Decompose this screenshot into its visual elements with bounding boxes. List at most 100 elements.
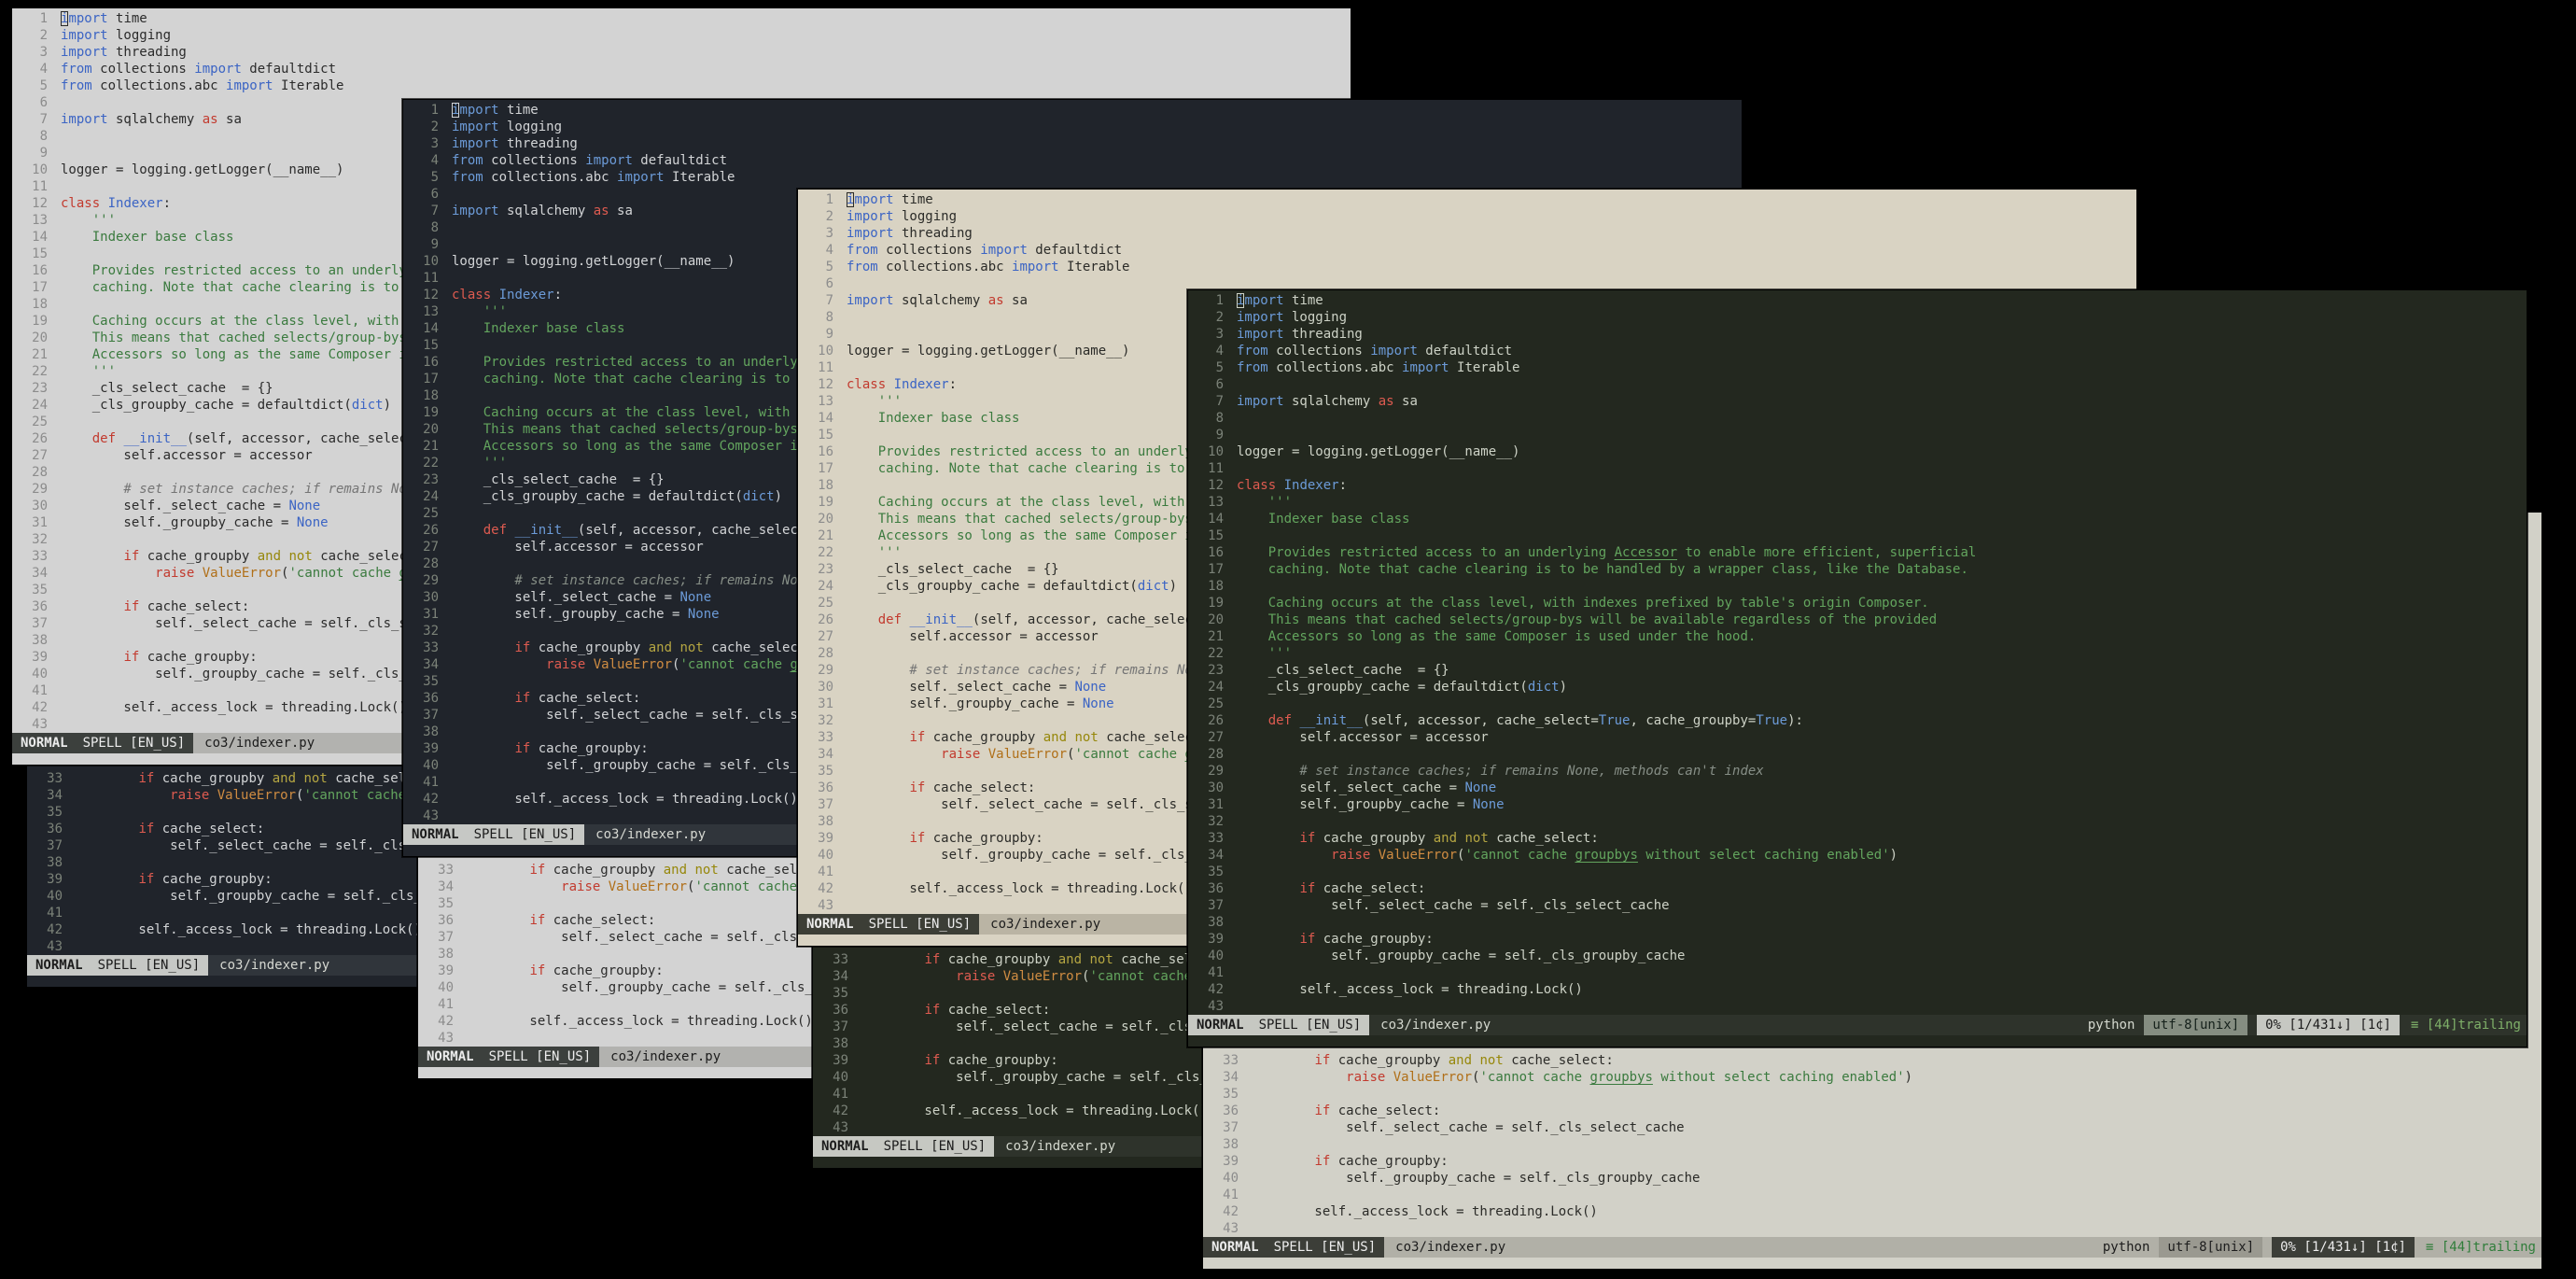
code-line[interactable]: 40 self._groupby_cache = self._cls_group… <box>1188 948 2527 964</box>
code-line[interactable]: 39 if cache_groupby: <box>1203 1153 2541 1170</box>
code-line[interactable]: 42 self._access_lock = threading.Lock() <box>1188 981 2527 998</box>
code-line[interactable]: 10 logger = logging.getLogger(__name__) <box>1188 443 2527 460</box>
line-number: 33 <box>32 549 48 564</box>
code-line[interactable]: 11 <box>1188 460 2527 477</box>
line-number: 14 <box>32 230 48 245</box>
line-number: 19 <box>423 405 439 420</box>
code-line[interactable]: 41 <box>1188 964 2527 981</box>
code-line[interactable]: 14 Indexer base class <box>1188 511 2527 527</box>
code-line[interactable]: 31 self._groupby_cache = None <box>1188 796 2527 813</box>
code-line[interactable]: 2 import logging <box>798 208 2136 225</box>
code-line[interactable]: 3 import threading <box>403 135 1742 152</box>
code-line[interactable]: 5 from collections.abc import Iterable <box>1188 359 2527 376</box>
line-number: 43 <box>1208 999 1224 1014</box>
code-line[interactable]: 5 from collections.abc import Iterable <box>403 169 1742 186</box>
code-line[interactable]: 20 This means that cached selects/group-… <box>1188 611 2527 628</box>
code-line[interactable]: 37 self._select_cache = self._cls_select… <box>1203 1119 2541 1136</box>
code-line[interactable]: 41 <box>1203 1187 2541 1203</box>
line-number: 32 <box>818 713 833 728</box>
code-line[interactable]: 34 raise ValueError('cannot cache groupb… <box>1203 1069 2541 1086</box>
line-number: 28 <box>32 465 48 480</box>
code-line[interactable]: 26 def __init__(self, accessor, cache_se… <box>1188 712 2527 729</box>
code-text: raise ValueError('cannot cache groupbys … <box>1346 1070 1913 1085</box>
code-line[interactable]: 24 _cls_groupby_cache = defaultdict(dict… <box>1188 679 2527 696</box>
code-line[interactable]: 27 self.accessor = accessor <box>1188 729 2527 746</box>
code-line[interactable]: 43 <box>1203 1220 2541 1237</box>
code-line[interactable]: 39 if cache_groupby: <box>1188 931 2527 948</box>
code-line[interactable]: 34 raise ValueError('cannot cache groupb… <box>1188 847 2527 864</box>
code-line[interactable]: 28 <box>1188 746 2527 763</box>
line-number: 18 <box>1208 579 1224 594</box>
code-line[interactable]: 21 Accessors so long as the same Compose… <box>1188 628 2527 645</box>
code-line[interactable]: 3 import threading <box>12 44 1351 61</box>
code-line[interactable]: 19 Caching occurs at the class level, wi… <box>1188 595 2527 611</box>
code-line[interactable]: 1 import time <box>798 191 2136 208</box>
code-text: from collections.abc import Iterable <box>847 260 1130 274</box>
code-line[interactable]: 32 <box>1188 813 2527 830</box>
code-text: Provides restricted access to an underly… <box>1237 545 1977 560</box>
code-text: import logging <box>452 119 563 134</box>
code-line[interactable]: 42 self._access_lock = threading.Lock() <box>1203 1203 2541 1220</box>
editor-window-4[interactable]: 1 import time 2 import logging 3 import threa… <box>1187 289 2527 1047</box>
line-number: 5 <box>430 170 439 185</box>
code-text: self._access_lock = threading.Lock() <box>861 1103 1208 1118</box>
code-line[interactable]: 3 import threading <box>1188 326 2527 343</box>
code-text: if cache_groupby and not cache_select: <box>1314 1053 1614 1068</box>
code-line[interactable]: 15 <box>1188 527 2527 544</box>
code-line[interactable]: 30 self._select_cache = None <box>1188 780 2527 796</box>
code-text: if cache_groupby: <box>1314 1154 1449 1169</box>
code-line[interactable]: 2 import logging <box>403 119 1742 135</box>
code-text: from collections.abc import Iterable <box>452 170 735 185</box>
line-number: 15 <box>1208 528 1224 543</box>
code-line[interactable]: 23 _cls_select_cache = {} <box>1188 662 2527 679</box>
code-text: self.accessor = accessor <box>1237 730 1489 745</box>
code-line[interactable]: 38 <box>1188 914 2527 931</box>
code-line[interactable]: 40 self._groupby_cache = self._cls_group… <box>1203 1170 2541 1187</box>
line-number: 9 <box>39 146 48 161</box>
code-line[interactable]: 3 import threading <box>798 225 2136 242</box>
code-line[interactable]: 12 class Indexer: <box>1188 477 2527 494</box>
code-line[interactable]: 9 <box>1188 427 2527 443</box>
line-number: 37 <box>1208 898 1224 913</box>
code-line[interactable]: 16 Provides restricted access to an unde… <box>1188 544 2527 561</box>
code-line[interactable]: 7 import sqlalchemy as sa <box>1188 393 2527 410</box>
code-line[interactable]: 4 from collections import defaultdict <box>12 61 1351 77</box>
code-line[interactable]: 38 <box>1203 1136 2541 1153</box>
filetype-indicator: python <box>2087 1018 2135 1033</box>
code-line[interactable]: 1 import time <box>12 10 1351 27</box>
code-line[interactable]: 36 if cache_select: <box>1188 880 2527 897</box>
line-number: 17 <box>32 280 48 295</box>
code-line[interactable]: 5 from collections.abc import Iterable <box>12 77 1351 94</box>
code-line[interactable]: 2 import logging <box>1188 309 2527 326</box>
code-line[interactable]: 18 <box>1188 578 2527 595</box>
code-line[interactable]: 1 import time <box>403 102 1742 119</box>
code-text: if cache_groupby: <box>1299 932 1434 947</box>
code-line[interactable]: 1 import time <box>1188 292 2527 309</box>
code-line[interactable]: 22 ''' <box>1188 645 2527 662</box>
code-line[interactable]: 33 if cache_groupby and not cache_select… <box>1188 830 2527 847</box>
code-line[interactable]: 43 <box>1188 998 2527 1015</box>
code-line[interactable]: 25 <box>1188 696 2527 712</box>
code-line[interactable]: 6 <box>1188 376 2527 393</box>
code-line[interactable]: 37 self._select_cache = self._cls_select… <box>1188 897 2527 914</box>
code-line[interactable]: 4 from collections import defaultdict <box>1188 343 2527 359</box>
code-line[interactable]: 13 ''' <box>1188 494 2527 511</box>
code-line[interactable]: 8 <box>1188 410 2527 427</box>
line-number: 42 <box>1223 1204 1239 1219</box>
code-line[interactable]: 35 <box>1203 1086 2541 1103</box>
code-line[interactable]: 33 if cache_groupby and not cache_select… <box>1203 1052 2541 1069</box>
code-line[interactable]: 4 from collections import defaultdict <box>403 152 1742 169</box>
code-text: if cache_select: <box>529 913 656 928</box>
position-indicator: 0% [1/431↓] [1¢] <box>2257 1015 2400 1035</box>
code-line[interactable]: 4 from collections import defaultdict <box>798 242 2136 259</box>
code-line[interactable]: 29 # set instance caches; if remains Non… <box>1188 763 2527 780</box>
line-number: 31 <box>818 696 833 711</box>
code-line[interactable]: 5 from collections.abc import Iterable <box>798 259 2136 275</box>
code-line[interactable]: 36 if cache_select: <box>1203 1103 2541 1119</box>
line-number: 36 <box>47 822 63 836</box>
code-area[interactable]: 1 import time 2 import logging 3 import threa… <box>1188 290 2527 1015</box>
code-line[interactable]: 17 caching. Note that cache clearing is … <box>1188 561 2527 578</box>
code-line[interactable]: 35 <box>1188 864 2527 880</box>
command-line <box>1203 1258 2541 1269</box>
code-line[interactable]: 2 import logging <box>12 27 1351 44</box>
